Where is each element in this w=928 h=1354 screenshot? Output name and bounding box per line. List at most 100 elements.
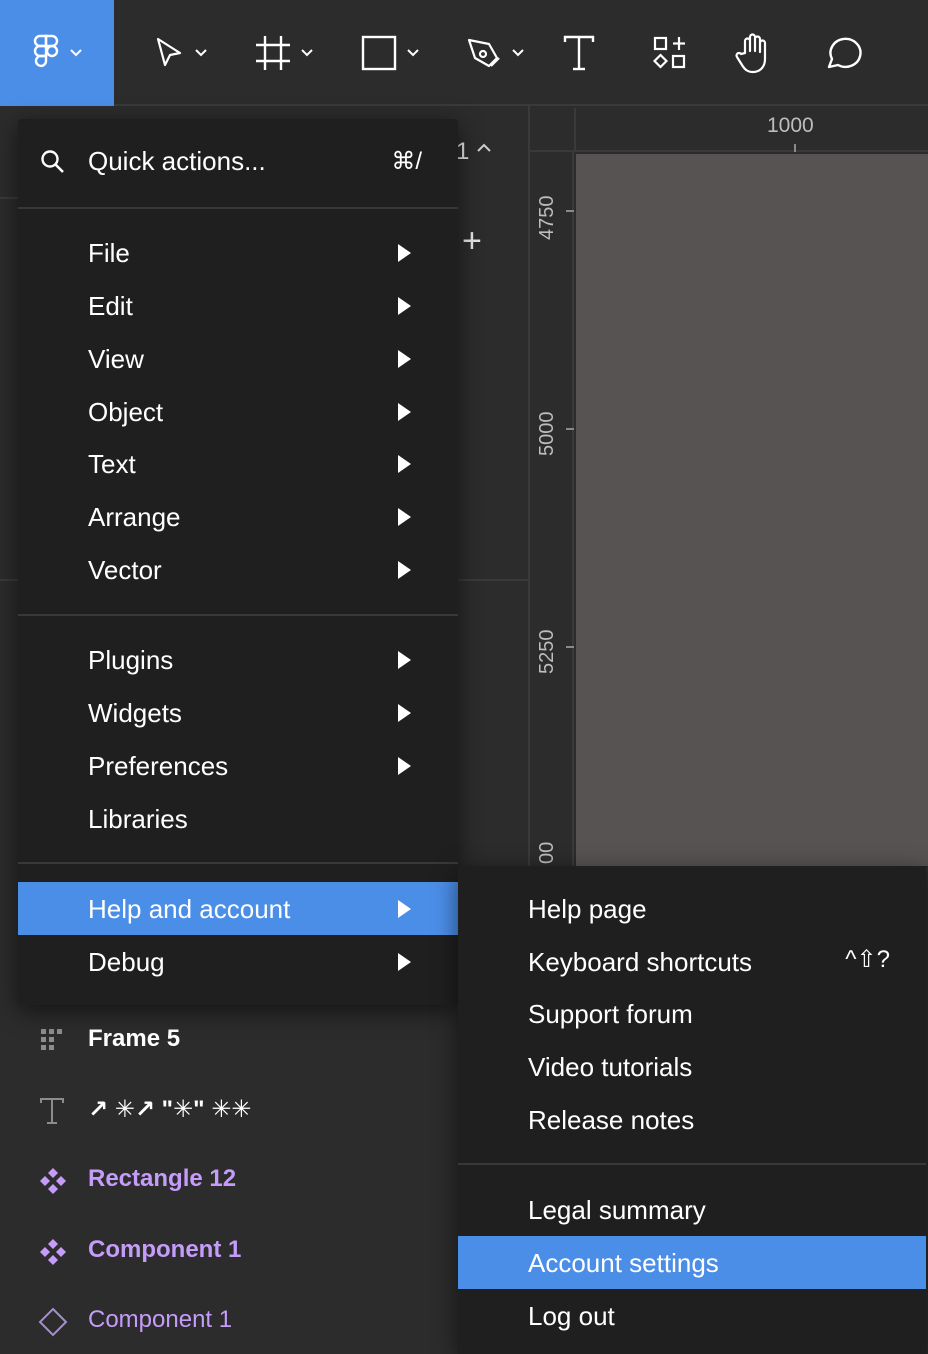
panel-divider (0, 579, 18, 581)
ruler-label: 5250 (536, 629, 558, 675)
quick-actions-item[interactable]: Quick actions... ⌘/ (18, 119, 458, 207)
layer-row[interactable]: Rectangle 12 (0, 1150, 458, 1210)
menu-item-libraries[interactable]: Libraries (18, 792, 458, 845)
menu-item-label: Widgets (88, 698, 182, 728)
menu-item-edit[interactable]: Edit (18, 279, 458, 332)
comment-tool-button[interactable] (820, 0, 866, 106)
submenu-item-label: Log out (528, 1301, 615, 1331)
menu-separator (18, 862, 458, 864)
shape-tool-button[interactable] (350, 0, 430, 106)
submenu-arrow-icon (398, 508, 411, 526)
figma-logo-icon (33, 34, 59, 68)
menu-item-label: View (88, 344, 144, 374)
main-menu-button[interactable] (0, 0, 114, 106)
panel-divider (0, 197, 18, 199)
resources-tool-button[interactable] (648, 0, 692, 106)
ruler-label: 4750 (536, 195, 558, 241)
help-account-submenu: Help page Keyboard shortcuts ^⇧? Support … (458, 866, 926, 1354)
layer-row[interactable]: Component 1 (0, 1291, 458, 1351)
menu-item-file[interactable]: File (18, 226, 458, 279)
menu-item-label: Vector (88, 555, 162, 585)
shortcut-hint: ^⇧? (845, 946, 890, 973)
layer-row[interactable]: ↗ ✳↗ "✳" ✳✳ (0, 1080, 458, 1140)
ruler-label: 5000 (536, 411, 558, 457)
component-icon (40, 1239, 66, 1265)
comment-bubble-icon (827, 37, 862, 69)
quick-actions-label: Quick actions... (88, 146, 266, 176)
ruler-tick (566, 428, 574, 430)
page-count[interactable]: 1 (456, 138, 469, 166)
chevron-down-icon (70, 49, 82, 57)
menu-item-text[interactable]: Text (18, 437, 458, 490)
submenu-arrow-icon (398, 953, 411, 971)
text-tool-button[interactable] (556, 0, 602, 106)
text-t-icon (563, 35, 595, 71)
submenu-item-help-page[interactable]: Help page (458, 882, 926, 935)
submenu-arrow-icon (398, 350, 411, 368)
submenu-item-label: Keyboard shortcuts (528, 947, 753, 977)
main-menu-dropdown: Quick actions... ⌘/ File Edit View Objec… (18, 119, 458, 1005)
pen-tool-button[interactable] (455, 0, 535, 106)
menu-item-widgets[interactable]: Widgets (18, 686, 458, 739)
submenu-item-label: Account settings (528, 1248, 719, 1278)
ruler-tick (794, 144, 796, 152)
submenu-item-video-tutorials[interactable]: Video tutorials (458, 1040, 926, 1093)
submenu-item-log-out[interactable]: Log out (458, 1289, 926, 1342)
layer-row[interactable]: Frame 5 (0, 1010, 458, 1070)
submenu-item-release-notes[interactable]: Release notes (458, 1093, 926, 1146)
menu-item-view[interactable]: View (18, 332, 458, 385)
hand-tool-button[interactable] (732, 0, 778, 106)
horizontal-ruler: 1000 (530, 108, 928, 152)
menu-item-debug[interactable]: Debug (18, 935, 458, 988)
menu-item-vector[interactable]: Vector (18, 543, 458, 596)
submenu-item-label: Help page (528, 894, 647, 924)
ruler-tick (566, 210, 574, 212)
menu-item-label: Arrange (88, 502, 181, 532)
vertical-ruler: 4750 5000 5250 00 (530, 152, 574, 866)
frame-hash-icon (256, 36, 290, 70)
menu-item-plugins[interactable]: Plugins (18, 633, 458, 686)
submenu-item-keyboard-shortcuts[interactable]: Keyboard shortcuts ^⇧? (458, 935, 926, 988)
cursor-arrow-icon (156, 37, 182, 67)
chevron-down-icon (512, 49, 524, 57)
submenu-item-label: Video tutorials (528, 1052, 693, 1082)
add-page-button[interactable]: + (462, 224, 482, 258)
menu-item-label: Help and account (88, 894, 291, 924)
menu-item-object[interactable]: Object (18, 385, 458, 438)
canvas[interactable] (576, 154, 928, 866)
layer-row[interactable]: Component 1 (0, 1221, 458, 1281)
pen-icon (467, 38, 500, 68)
submenu-arrow-icon (398, 900, 411, 918)
submenu-item-support-forum[interactable]: Support forum (458, 987, 926, 1040)
menu-separator (18, 614, 458, 616)
frame-tool-button[interactable] (244, 0, 324, 106)
submenu-arrow-icon (398, 704, 411, 722)
layer-name: ↗ ✳↗ "✳" ✳✳ (88, 1096, 252, 1123)
panel-divider (458, 579, 528, 581)
resources-grid-icon (652, 36, 686, 69)
menu-item-help-and-account[interactable]: Help and account (18, 882, 458, 935)
submenu-item-label: Release notes (528, 1105, 695, 1135)
menu-item-label: Edit (88, 291, 133, 321)
component-instance-icon (38, 1307, 68, 1337)
menu-item-label: Preferences (88, 751, 229, 781)
component-icon (40, 1168, 66, 1194)
move-tool-button[interactable] (140, 0, 220, 106)
chevron-up-icon[interactable] (476, 142, 492, 154)
layer-name: Frame 5 (88, 1025, 181, 1052)
submenu-item-legal-summary[interactable]: Legal summary (458, 1183, 926, 1236)
submenu-item-label: Support forum (528, 999, 693, 1029)
submenu-arrow-icon (398, 244, 411, 262)
menu-item-preferences[interactable]: Preferences (18, 739, 458, 792)
frame-grid-icon (41, 1029, 62, 1050)
chevron-down-icon (301, 49, 313, 57)
menu-item-arrange[interactable]: Arrange (18, 490, 458, 543)
layer-name: Component 1 (88, 1236, 242, 1263)
menu-separator (458, 1163, 926, 1165)
submenu-item-account-settings[interactable]: Account settings (458, 1236, 926, 1289)
ruler-corner (574, 108, 576, 152)
chevron-down-icon (407, 49, 419, 57)
submenu-arrow-icon (398, 403, 411, 421)
ruler-label: 00 (536, 841, 558, 864)
submenu-arrow-icon (398, 651, 411, 669)
